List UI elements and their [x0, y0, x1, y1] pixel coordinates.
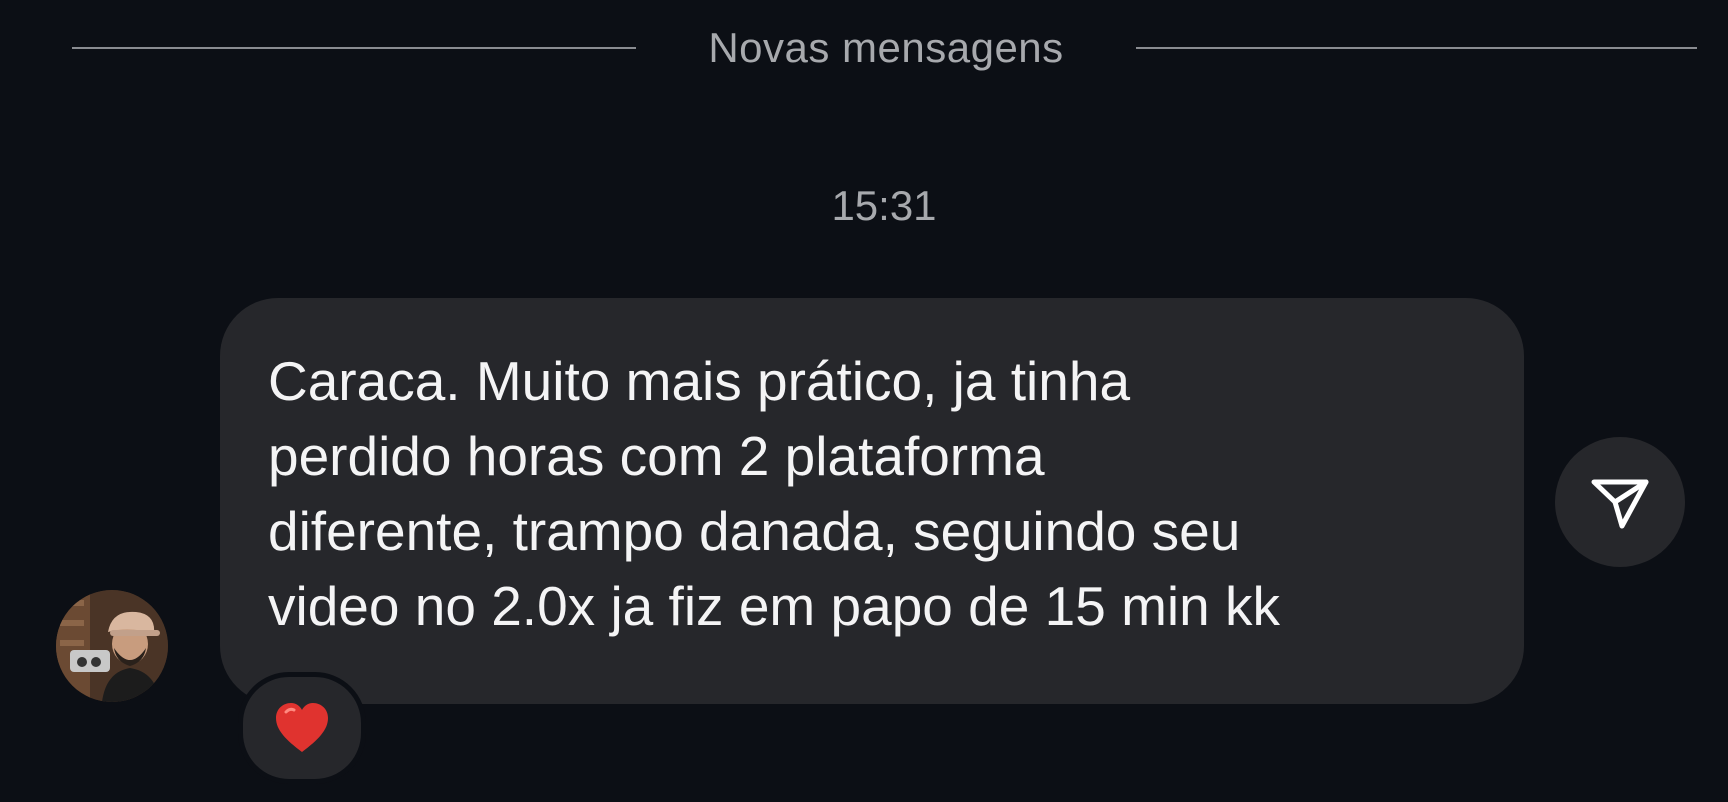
message-text: Caraca. Muito mais prático, ja tinha per…: [268, 344, 1498, 644]
message-timestamp: 15:31: [831, 182, 937, 229]
avatar-photo: [56, 590, 168, 702]
heart-icon: [276, 703, 328, 752]
message-line: diferente, trampo danada, seguindo seu: [268, 500, 1241, 562]
message-reaction[interactable]: [238, 672, 366, 784]
paper-plane-icon: [1591, 479, 1649, 529]
new-messages-divider-line-left: [72, 47, 636, 49]
message-line: Caraca. Muito mais prático, ja tinha: [268, 350, 1131, 412]
share-message-button[interactable]: [1555, 437, 1685, 567]
chat-screen: Novas mensagens 15:31 Caraca. Muito mais…: [0, 0, 1728, 802]
sender-avatar[interactable]: [56, 590, 168, 702]
message-line: perdido horas com 2 plataforma: [268, 425, 1045, 487]
new-messages-divider-label: Novas mensagens: [708, 24, 1064, 71]
new-messages-divider-line-right: [1136, 47, 1697, 49]
message-bubble[interactable]: Caraca. Muito mais prático, ja tinha per…: [220, 298, 1524, 704]
message-line: video no 2.0x ja fiz em papo de 15 min k…: [268, 575, 1280, 637]
